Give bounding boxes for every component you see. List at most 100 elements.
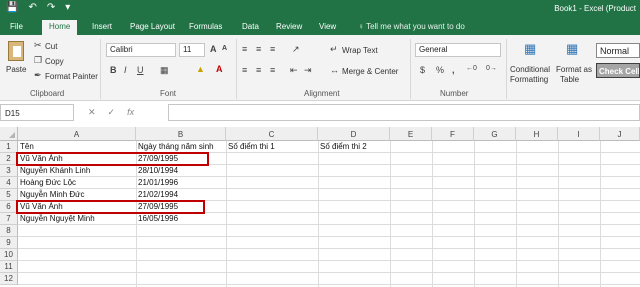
- orientation-icon[interactable]: ↗: [292, 44, 300, 55]
- borders-icon[interactable]: ▦: [160, 65, 169, 76]
- conditional-formatting-icon[interactable]: ▦: [524, 41, 536, 57]
- row-header-4[interactable]: 4: [0, 177, 18, 189]
- align-center-icon[interactable]: ≡: [256, 65, 261, 75]
- cell-a3[interactable]: Nguyễn Khánh Linh: [20, 165, 90, 177]
- column-header-g[interactable]: G: [474, 127, 516, 141]
- increase-decimal-icon[interactable]: ←0: [466, 65, 477, 72]
- tab-home[interactable]: Home: [42, 20, 78, 35]
- column-header-b[interactable]: B: [136, 127, 226, 141]
- row-header-3[interactable]: 3: [0, 165, 18, 177]
- number-group-label: Number: [440, 89, 469, 98]
- duplicate-highlight-row-6: [16, 200, 205, 214]
- font-size-select[interactable]: 11: [179, 43, 205, 57]
- row-header-12[interactable]: 12: [0, 273, 18, 285]
- gridline: [226, 141, 227, 287]
- cell-b3[interactable]: 28/10/1994: [138, 165, 178, 177]
- group-divider: [506, 39, 507, 99]
- merge-icon[interactable]: ↔: [330, 65, 339, 75]
- wrap-text-button[interactable]: Wrap Text: [342, 46, 378, 55]
- copy-icon[interactable]: ❐: [34, 55, 42, 66]
- column-header-d[interactable]: D: [318, 127, 390, 141]
- underline-button[interactable]: U: [137, 65, 144, 75]
- format-painter-icon[interactable]: ✒: [34, 70, 42, 81]
- number-format-select[interactable]: General: [415, 43, 501, 57]
- paste-button[interactable]: Paste: [6, 65, 26, 74]
- row-header-7[interactable]: 7: [0, 213, 18, 225]
- align-left-icon[interactable]: ≡: [242, 65, 247, 75]
- name-box[interactable]: D15: [0, 104, 74, 121]
- font-color-icon[interactable]: A: [216, 64, 223, 74]
- tab-insert[interactable]: Insert: [92, 22, 112, 31]
- italic-button[interactable]: I: [124, 65, 127, 75]
- increase-indent-icon[interactable]: ⇥: [304, 65, 312, 76]
- column-header-c[interactable]: C: [226, 127, 318, 141]
- customize-icon[interactable]: ▾: [65, 2, 70, 13]
- format-as-table-button[interactable]: Format as: [556, 65, 592, 74]
- copy-button[interactable]: Copy: [45, 57, 64, 66]
- column-header-h[interactable]: H: [516, 127, 558, 141]
- worksheet-grid: A B C D E F G H I J 1 2 3 4 5 6 7 8 9 10…: [0, 127, 640, 287]
- column-header-e[interactable]: E: [390, 127, 432, 141]
- cell-style-check-cell[interactable]: Check Cell: [596, 63, 640, 78]
- format-as-table-button-line2[interactable]: Table: [560, 75, 579, 84]
- tab-data[interactable]: Data: [242, 22, 259, 31]
- bold-button[interactable]: B: [110, 65, 117, 75]
- tab-page-layout[interactable]: Page Layout: [130, 22, 175, 31]
- cell-b7[interactable]: 16/05/1996: [138, 213, 178, 225]
- tab-view[interactable]: View: [319, 22, 336, 31]
- currency-button[interactable]: $: [420, 65, 425, 75]
- fill-color-icon[interactable]: ▲: [196, 64, 205, 74]
- insert-function-button[interactable]: fx: [127, 107, 134, 118]
- conditional-formatting-button-line2[interactable]: Formatting: [510, 75, 548, 84]
- row-header-10[interactable]: 10: [0, 249, 18, 261]
- tab-formulas[interactable]: Formulas: [189, 22, 222, 31]
- column-header-j[interactable]: J: [600, 127, 640, 141]
- conditional-formatting-button[interactable]: Conditional: [510, 65, 550, 74]
- shrink-font-button[interactable]: A: [222, 45, 227, 52]
- gridline: [18, 188, 640, 189]
- column-header-f[interactable]: F: [432, 127, 474, 141]
- format-as-table-icon[interactable]: ▦: [566, 41, 578, 57]
- select-all-button[interactable]: [0, 127, 18, 141]
- cut-button[interactable]: Cut: [45, 42, 57, 51]
- wrap-text-icon[interactable]: ↵: [330, 44, 338, 55]
- cut-icon[interactable]: ✂: [34, 40, 42, 51]
- font-name-select[interactable]: Calibri: [106, 43, 176, 57]
- formula-input[interactable]: [168, 104, 640, 121]
- gridline: [474, 141, 475, 287]
- redo-icon[interactable]: ↷: [47, 2, 55, 13]
- column-header-a[interactable]: A: [18, 127, 136, 141]
- align-right-icon[interactable]: ≡: [270, 65, 275, 75]
- column-header-i[interactable]: I: [558, 127, 600, 141]
- window-title: Book1 - Excel (Product: [554, 4, 636, 13]
- undo-icon[interactable]: ↶: [28, 2, 36, 13]
- cell-a4[interactable]: Hoàng Đức Lộc: [20, 177, 76, 189]
- align-middle-icon[interactable]: ≡: [256, 44, 261, 54]
- cell-c1[interactable]: Số điểm thi 1: [228, 141, 275, 153]
- cell-d1[interactable]: Số điểm thi 2: [320, 141, 367, 153]
- decrease-decimal-icon[interactable]: 0→: [486, 65, 497, 72]
- align-bottom-icon[interactable]: ≡: [270, 44, 275, 54]
- save-icon[interactable]: 💾: [6, 2, 18, 13]
- grow-font-button[interactable]: A: [210, 44, 217, 54]
- row-header-11[interactable]: 11: [0, 261, 18, 273]
- align-top-icon[interactable]: ≡: [242, 44, 247, 54]
- format-painter-button[interactable]: Format Painter: [45, 72, 98, 81]
- comma-button[interactable]: ,: [452, 65, 455, 75]
- cell-b4[interactable]: 21/01/1996: [138, 177, 178, 189]
- cell-style-normal[interactable]: Normal: [596, 43, 640, 58]
- tell-me-search[interactable]: ♀ Tell me what you want to do: [358, 22, 465, 31]
- row-header-8[interactable]: 8: [0, 225, 18, 237]
- tab-review[interactable]: Review: [276, 22, 302, 31]
- percent-button[interactable]: %: [436, 65, 444, 75]
- gridline: [18, 176, 640, 177]
- cell-a7[interactable]: Nguyễn Nguyệt Minh: [20, 213, 95, 225]
- paste-icon[interactable]: [8, 41, 24, 61]
- decrease-indent-icon[interactable]: ⇤: [290, 65, 298, 76]
- confirm-icon[interactable]: ✓: [108, 107, 116, 118]
- row-header-9[interactable]: 9: [0, 237, 18, 249]
- formula-bar: D15 ✕ ✓ fx: [0, 104, 640, 121]
- merge-center-button[interactable]: Merge & Center: [342, 67, 398, 76]
- tab-file[interactable]: File: [10, 22, 23, 31]
- cancel-icon[interactable]: ✕: [88, 107, 96, 118]
